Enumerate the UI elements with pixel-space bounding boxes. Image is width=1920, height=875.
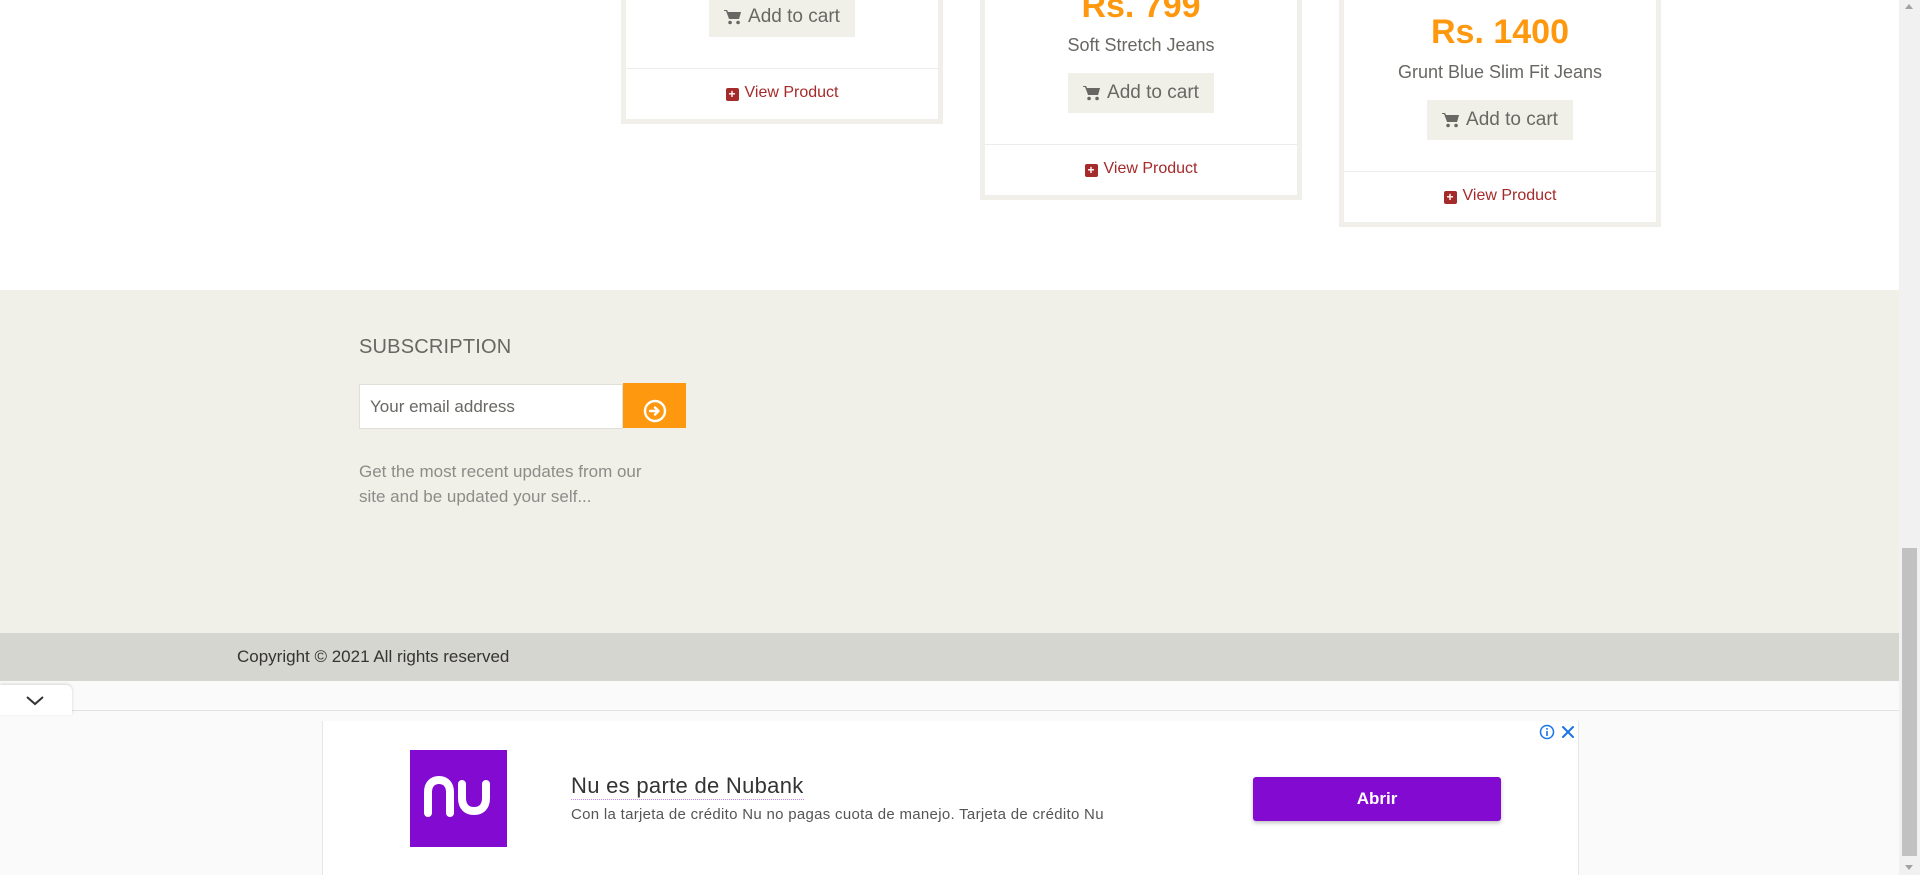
scroll-down-arrow-icon[interactable] bbox=[1905, 865, 1913, 870]
scrollbar-thumb[interactable] bbox=[1902, 548, 1917, 856]
view-product-link[interactable]: + View Product bbox=[1443, 187, 1557, 204]
arrow-circle-right-icon bbox=[643, 399, 666, 422]
ad-info-icon[interactable] bbox=[1539, 724, 1555, 740]
view-product-link[interactable]: + View Product bbox=[725, 84, 839, 101]
add-to-cart-button[interactable]: Add to cart bbox=[709, 0, 855, 37]
footer-widget-area bbox=[0, 290, 1899, 633]
plus-square-icon: + bbox=[725, 88, 739, 101]
cart-icon bbox=[724, 10, 742, 25]
collapse-ad-button[interactable] bbox=[0, 685, 72, 715]
copyright-text: Copyright © 2021 All rights reserved bbox=[237, 647, 510, 666]
product-name: Soft Stretch Jeans bbox=[1067, 35, 1215, 55]
cart-icon bbox=[1083, 86, 1101, 101]
product-card: Rs. 1400 Grunt Blue Slim Fit Jeans Add t… bbox=[1339, 0, 1661, 227]
view-product-link[interactable]: + View Product bbox=[1084, 160, 1198, 177]
page: Add to cart + View Product Rs. 799 Soft S… bbox=[0, 0, 1899, 875]
ad-divider bbox=[72, 710, 1899, 711]
ad-description: Con la tarjeta de crédito Nu no pagas cu… bbox=[571, 806, 1104, 823]
product-name: Grunt Blue Slim Fit Jeans bbox=[1397, 62, 1603, 82]
card-footer: + View Product bbox=[985, 144, 1297, 192]
subscribe-button[interactable] bbox=[623, 383, 686, 428]
plus-square-icon: + bbox=[1084, 164, 1098, 177]
ad-title[interactable]: Nu es parte de Nubank bbox=[571, 773, 804, 800]
product-price: Rs. 799 bbox=[1081, 0, 1201, 25]
add-to-cart-label: Add to cart bbox=[748, 6, 840, 27]
subscription-title: SUBSCRIPTION bbox=[359, 336, 512, 358]
cart-icon bbox=[1442, 113, 1460, 128]
product-card: Add to cart + View Product bbox=[621, 0, 943, 124]
add-to-cart-button[interactable]: Add to cart bbox=[1068, 73, 1214, 113]
view-product-label: View Product bbox=[1462, 187, 1557, 204]
plus-square-icon: + bbox=[1443, 191, 1457, 204]
subscription-description: Get the most recent updates from our sit… bbox=[359, 462, 642, 506]
add-to-cart-label: Add to cart bbox=[1107, 82, 1199, 103]
product-price: Rs. 1400 bbox=[1431, 13, 1569, 51]
ad-close-icon[interactable] bbox=[1560, 724, 1576, 740]
scroll-up-arrow-icon[interactable] bbox=[1905, 4, 1913, 9]
product-card: Rs. 799 Soft Stretch Jeans Add to cart +… bbox=[980, 0, 1302, 200]
view-product-label: View Product bbox=[1103, 160, 1198, 177]
add-to-cart-button[interactable]: Add to cart bbox=[1427, 100, 1573, 140]
nu-logo[interactable] bbox=[410, 750, 507, 847]
card-footer: + View Product bbox=[626, 68, 938, 116]
scrollbar[interactable] bbox=[1899, 0, 1920, 875]
add-to-cart-label: Add to cart bbox=[1466, 109, 1558, 130]
ad-open-button[interactable]: Abrir bbox=[1253, 777, 1501, 821]
nu-logo-mark bbox=[424, 775, 490, 817]
card-footer: + View Product bbox=[1344, 171, 1656, 219]
view-product-label: View Product bbox=[744, 84, 839, 101]
email-input[interactable] bbox=[359, 384, 623, 429]
chevron-down-icon bbox=[26, 696, 44, 706]
